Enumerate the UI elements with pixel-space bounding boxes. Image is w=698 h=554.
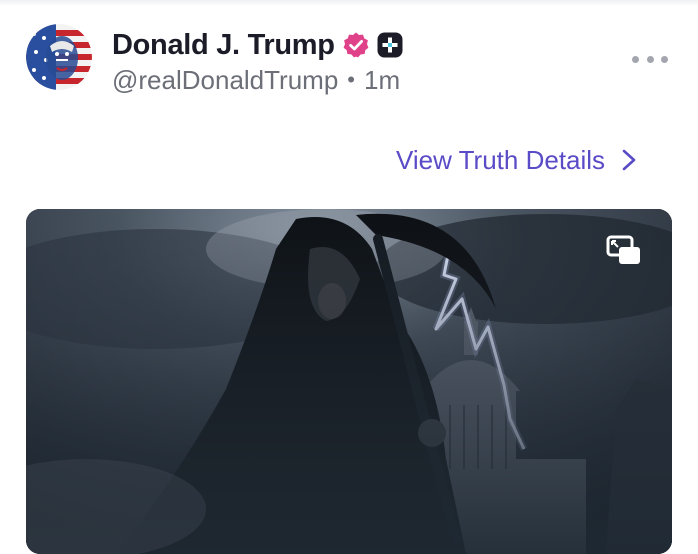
author-name[interactable]: Donald J. Trump xyxy=(112,29,335,62)
plus-badge-icon xyxy=(377,32,403,58)
author-row: Donald J. Trump xyxy=(112,27,404,63)
author-handle[interactable]: @realDonaldTrump xyxy=(112,65,338,96)
avatar[interactable] xyxy=(26,24,92,90)
meta-separator: • xyxy=(347,67,355,92)
more-dot xyxy=(632,55,639,63)
picture-in-picture-icon[interactable] xyxy=(606,235,642,267)
avatar-image xyxy=(26,24,92,90)
chevron-right-icon xyxy=(622,149,636,171)
more-dot xyxy=(646,55,654,63)
top-divider xyxy=(0,0,698,6)
post-timestamp: 1m xyxy=(364,64,401,95)
more-dot xyxy=(661,55,668,63)
author-meta-row: @realDonaldTrump • 1m xyxy=(112,64,400,96)
media-image xyxy=(26,209,672,554)
view-truth-details-link[interactable]: View Truth Details xyxy=(396,142,637,178)
verified-badge-icon xyxy=(343,32,369,58)
more-options-icon[interactable] xyxy=(632,50,668,68)
post-media[interactable] xyxy=(26,209,672,554)
view-truth-details-label: View Truth Details xyxy=(396,144,606,175)
